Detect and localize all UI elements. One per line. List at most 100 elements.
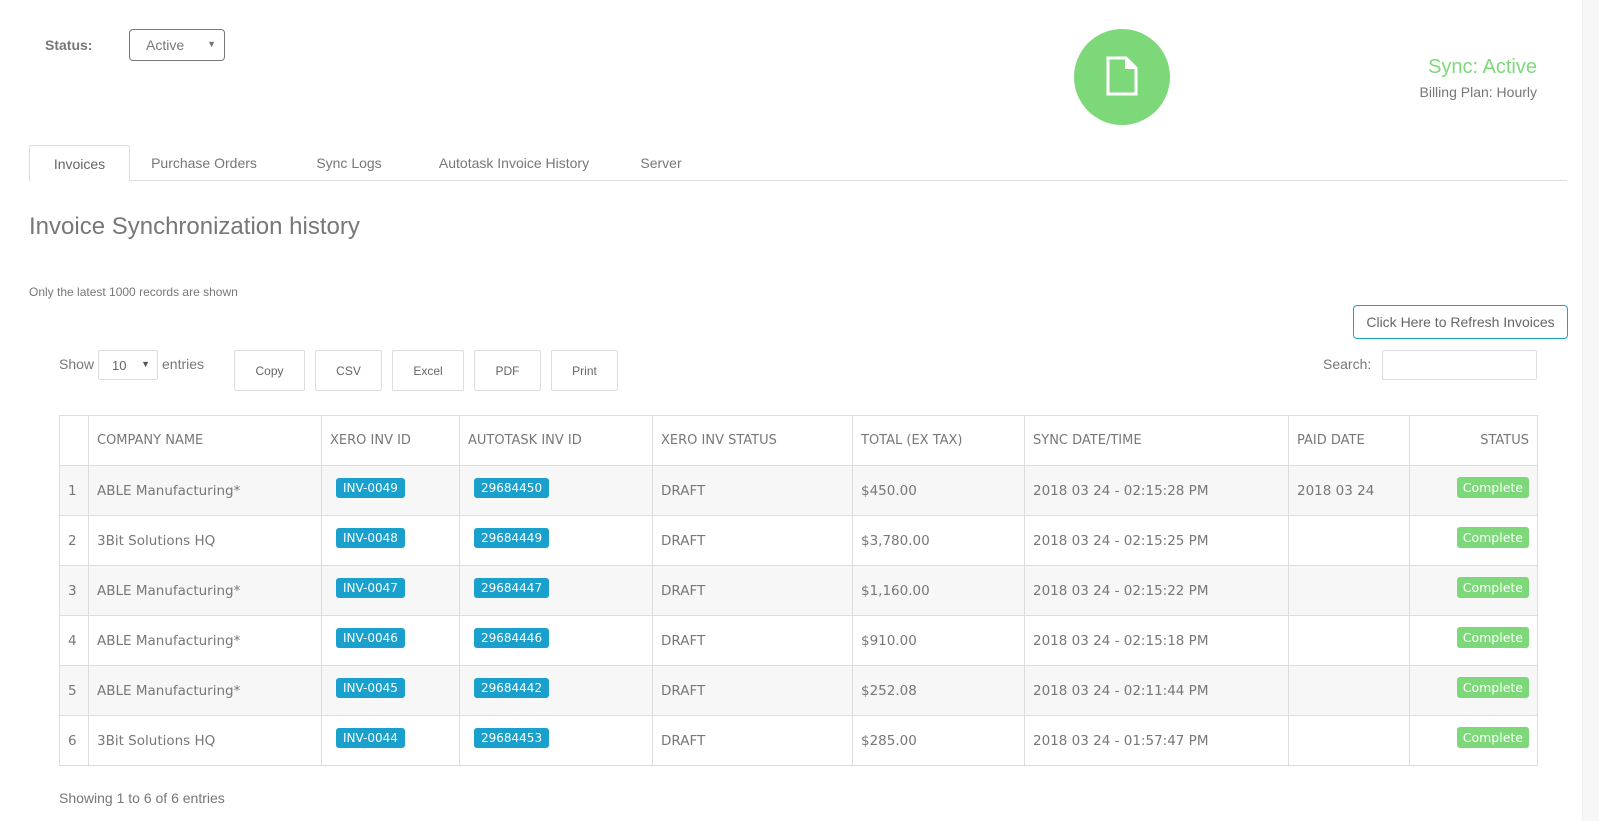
status-badge: Complete <box>1456 577 1529 598</box>
company-name-cell: ABLE Manufacturing* <box>88 665 322 716</box>
page-length-select[interactable]: 10 ▼ <box>98 350 158 380</box>
autotask-inv-id-cell: 29684447 <box>459 565 653 616</box>
column-header-xero-inv-status[interactable]: XERO INV STATUS <box>652 415 853 466</box>
csv-button[interactable]: CSV <box>315 350 382 391</box>
xero-inv-id-badge[interactable]: INV-0045 <box>336 677 405 698</box>
total-cell: $285.00 <box>852 715 1025 766</box>
tab-sync-logs[interactable]: Sync Logs <box>304 145 394 182</box>
excel-button[interactable]: Excel <box>392 350 464 391</box>
xero-inv-id-badge[interactable]: INV-0046 <box>336 627 405 648</box>
autotask-inv-id-badge[interactable]: 29684442 <box>474 677 550 698</box>
sync-datetime-cell: 2018 03 24 - 01:57:47 PM <box>1024 715 1289 766</box>
column-header-paid-date[interactable]: PAID DATE <box>1288 415 1410 466</box>
sync-status-circle <box>1074 29 1170 125</box>
tab-purchase-orders[interactable]: Purchase Orders <box>139 145 269 182</box>
search-label: Search: <box>1323 356 1372 372</box>
xero-inv-id-badge[interactable]: INV-0044 <box>336 727 405 748</box>
xero-inv-status-cell: DRAFT <box>652 715 853 766</box>
caret-down-icon: ▼ <box>207 39 216 49</box>
table-header-row: COMPANY NAME XERO INV ID AUTOTASK INV ID… <box>59 415 1538 466</box>
status-badge: Complete <box>1456 527 1529 548</box>
autotask-inv-id-badge[interactable]: 29684453 <box>474 727 550 748</box>
table-row[interactable]: 2 3Bit Solutions HQ INV-0048 29684449 DRAFT $… <box>59 515 1538 566</box>
table-row[interactable]: 1 ABLE Manufacturing* INV-0049 29684450 DRAF… <box>59 465 1538 516</box>
row-index: 3 <box>59 565 89 616</box>
total-cell: $450.00 <box>852 465 1025 516</box>
xero-inv-status-cell: DRAFT <box>652 665 853 716</box>
row-index: 5 <box>59 665 89 716</box>
table-row[interactable]: 3 ABLE Manufacturing* INV-0047 29684447 DRAF… <box>59 565 1538 616</box>
company-name-cell: ABLE Manufacturing* <box>88 465 322 516</box>
paid-date-cell <box>1288 715 1410 766</box>
xero-inv-status-cell: DRAFT <box>652 515 853 566</box>
tab-server[interactable]: Server <box>626 145 696 182</box>
sync-datetime-cell: 2018 03 24 - 02:15:22 PM <box>1024 565 1289 616</box>
table-row[interactable]: 4 ABLE Manufacturing* INV-0046 29684446 DRAF… <box>59 615 1538 666</box>
status-cell: Complete <box>1409 465 1538 516</box>
company-name-cell: ABLE Manufacturing* <box>88 615 322 666</box>
xero-inv-id-cell: INV-0047 <box>321 565 460 616</box>
autotask-inv-id-cell: 29684442 <box>459 665 653 716</box>
xero-inv-id-badge[interactable]: INV-0048 <box>336 527 405 548</box>
billing-plan-text: Billing Plan: Hourly <box>1419 84 1538 100</box>
sync-datetime-cell: 2018 03 24 - 02:15:25 PM <box>1024 515 1289 566</box>
xero-inv-id-cell: INV-0045 <box>321 665 460 716</box>
copy-button[interactable]: Copy <box>234 350 305 391</box>
invoice-table: COMPANY NAME XERO INV ID AUTOTASK INV ID… <box>59 415 1538 766</box>
records-note: Only the latest 1000 records are shown <box>29 285 238 299</box>
search-input[interactable] <box>1382 350 1537 380</box>
row-index: 4 <box>59 615 89 666</box>
status-cell: Complete <box>1409 515 1538 566</box>
tab-autotask-invoice-history[interactable]: Autotask Invoice History <box>419 145 609 182</box>
autotask-inv-id-badge[interactable]: 29684450 <box>474 477 550 498</box>
refresh-invoices-button[interactable]: Click Here to Refresh Invoices <box>1353 305 1568 339</box>
paid-date-cell <box>1288 615 1410 666</box>
xero-inv-id-badge[interactable]: INV-0049 <box>336 477 405 498</box>
table-row[interactable]: 5 ABLE Manufacturing* INV-0045 29684442 DRAF… <box>59 665 1538 716</box>
xero-inv-id-cell: INV-0048 <box>321 515 460 566</box>
status-badge: Complete <box>1456 677 1529 698</box>
table-row[interactable]: 6 3Bit Solutions HQ INV-0044 29684453 DRAFT $… <box>59 715 1538 766</box>
autotask-inv-id-badge[interactable]: 29684447 <box>474 577 550 598</box>
column-header-xero-inv-id[interactable]: XERO INV ID <box>321 415 460 466</box>
autotask-inv-id-cell: 29684446 <box>459 615 653 666</box>
sync-status-text: Sync: Active <box>1428 56 1537 78</box>
column-header-total[interactable]: TOTAL (EX TAX) <box>852 415 1025 466</box>
company-name-cell: 3Bit Solutions HQ <box>88 715 322 766</box>
column-header-status[interactable]: STATUS <box>1409 415 1538 466</box>
show-label: Show <box>59 356 95 372</box>
xero-inv-id-cell: INV-0046 <box>321 615 460 666</box>
xero-inv-id-badge[interactable]: INV-0047 <box>336 577 405 598</box>
xero-inv-id-cell: INV-0044 <box>321 715 460 766</box>
autotask-inv-id-badge[interactable]: 29684446 <box>474 627 550 648</box>
total-cell: $910.00 <box>852 615 1025 666</box>
status-label: Status: <box>45 37 93 53</box>
status-select-value: Active <box>146 37 185 53</box>
showing-info: Showing 1 to 6 of 6 entries <box>59 790 225 806</box>
row-index: 6 <box>59 715 89 766</box>
paid-date-cell <box>1288 515 1410 566</box>
sync-datetime-cell: 2018 03 24 - 02:11:44 PM <box>1024 665 1289 716</box>
total-cell: $252.08 <box>852 665 1025 716</box>
status-badge: Complete <box>1456 627 1529 648</box>
autotask-inv-id-cell: 29684450 <box>459 465 653 516</box>
status-cell: Complete <box>1409 565 1538 616</box>
scrollbar[interactable] <box>1582 0 1599 821</box>
column-header-company-name[interactable]: COMPANY NAME <box>88 415 322 466</box>
status-cell: Complete <box>1409 715 1538 766</box>
entries-label: entries <box>162 356 205 372</box>
status-badge: Complete <box>1456 477 1529 498</box>
column-header-sync-datetime[interactable]: SYNC DATE/TIME <box>1024 415 1289 466</box>
row-index: 2 <box>59 515 89 566</box>
status-select[interactable]: Active ▼ <box>129 29 225 61</box>
print-button[interactable]: Print <box>551 350 618 391</box>
autotask-inv-id-cell: 29684453 <box>459 715 653 766</box>
column-header-index[interactable] <box>59 415 89 466</box>
pdf-button[interactable]: PDF <box>474 350 541 391</box>
tab-invoices[interactable]: Invoices <box>29 145 130 182</box>
paid-date-cell <box>1288 565 1410 616</box>
tab-bar: Invoices Purchase Orders Sync Logs Autot… <box>29 145 1567 182</box>
status-cell: Complete <box>1409 665 1538 716</box>
autotask-inv-id-badge[interactable]: 29684449 <box>474 527 550 548</box>
column-header-autotask-inv-id[interactable]: AUTOTASK INV ID <box>459 415 653 466</box>
